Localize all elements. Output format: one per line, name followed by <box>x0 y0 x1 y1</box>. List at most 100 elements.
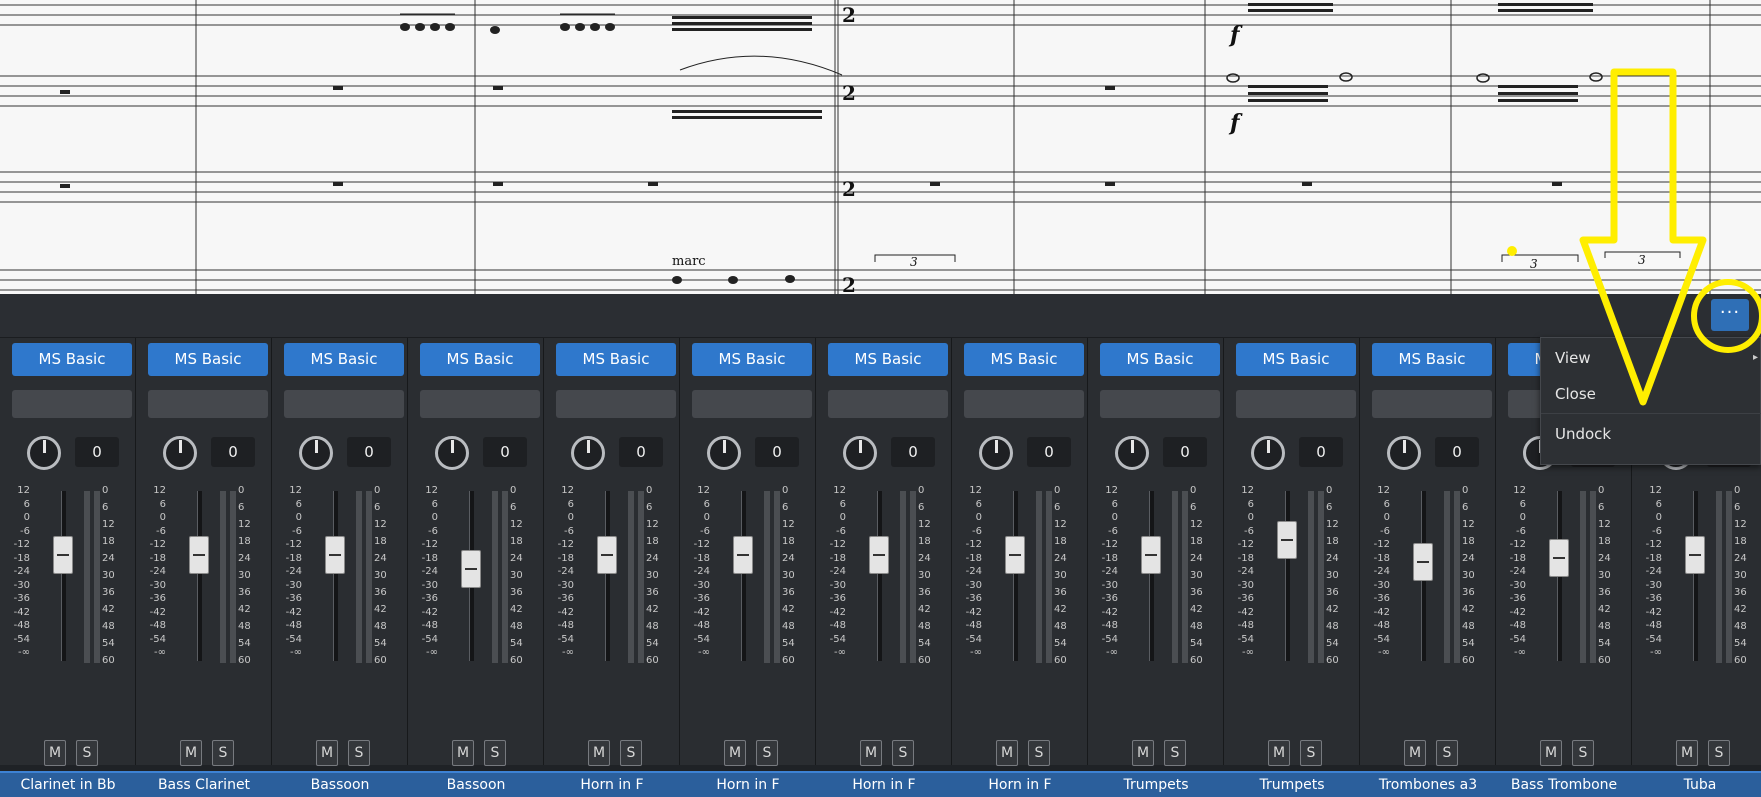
solo-button[interactable]: S <box>212 740 234 766</box>
mute-button[interactable]: M <box>44 740 66 766</box>
pan-value-field[interactable]: 0 <box>347 437 391 467</box>
mute-button[interactable]: M <box>452 740 474 766</box>
volume-fader[interactable] <box>1005 536 1025 574</box>
pan-knob[interactable] <box>843 436 877 470</box>
mute-button[interactable]: M <box>724 740 746 766</box>
effect-slot[interactable] <box>828 390 948 418</box>
mute-button[interactable]: M <box>180 740 202 766</box>
mute-button[interactable]: M <box>588 740 610 766</box>
audio-device-button[interactable]: MS Basic <box>1236 343 1356 376</box>
instrument-name[interactable]: Horn in F <box>952 771 1088 797</box>
instrument-name[interactable]: Horn in F <box>816 771 952 797</box>
effect-slot[interactable] <box>1236 390 1356 418</box>
menu-item-undock[interactable]: Undock <box>1541 416 1761 452</box>
mute-button[interactable]: M <box>1676 740 1698 766</box>
instrument-name[interactable]: Trumpets <box>1224 771 1360 797</box>
pan-knob[interactable] <box>1251 436 1285 470</box>
effect-slot[interactable] <box>12 390 132 418</box>
audio-device-button[interactable]: MS Basic <box>828 343 948 376</box>
instrument-name[interactable]: Tuba <box>1632 771 1761 797</box>
instrument-name[interactable]: Trombones a3 <box>1360 771 1496 797</box>
instrument-name[interactable]: Bassoon <box>408 771 544 797</box>
volume-fader[interactable] <box>189 536 209 574</box>
audio-device-button[interactable]: MS Basic <box>148 343 268 376</box>
audio-device-button[interactable]: MS Basic <box>692 343 812 376</box>
solo-button[interactable]: S <box>1708 740 1730 766</box>
audio-device-button[interactable]: MS Basic <box>284 343 404 376</box>
effect-slot[interactable] <box>1100 390 1220 418</box>
volume-fader[interactable] <box>1141 536 1161 574</box>
more-options-button[interactable]: ··· <box>1711 299 1749 331</box>
score-view[interactable]: f f marc 3 3 3 2 2 2 2 <box>0 0 1761 294</box>
dynamic-forte-1[interactable]: f <box>1228 22 1243 48</box>
solo-button[interactable]: S <box>1164 740 1186 766</box>
solo-button[interactable]: S <box>1028 740 1050 766</box>
solo-button[interactable]: S <box>1572 740 1594 766</box>
mute-button[interactable]: M <box>1268 740 1290 766</box>
pan-value-field[interactable]: 0 <box>891 437 935 467</box>
volume-fader[interactable] <box>53 536 73 574</box>
volume-fader[interactable] <box>461 549 481 588</box>
menu-item-close[interactable]: Close <box>1541 376 1761 412</box>
volume-fader[interactable] <box>733 536 753 574</box>
pan-value-field[interactable]: 0 <box>619 437 663 467</box>
pan-value-field[interactable]: 0 <box>755 437 799 467</box>
effect-slot[interactable] <box>1372 390 1492 418</box>
volume-fader[interactable] <box>1685 536 1705 574</box>
audio-device-button[interactable]: MS Basic <box>556 343 676 376</box>
volume-fader[interactable] <box>597 536 617 574</box>
effect-slot[interactable] <box>964 390 1084 418</box>
mute-button[interactable]: M <box>996 740 1018 766</box>
mute-button[interactable]: M <box>1540 740 1562 766</box>
volume-fader[interactable] <box>1549 539 1569 578</box>
audio-device-button[interactable]: MS Basic <box>12 343 132 376</box>
pan-knob[interactable] <box>571 436 605 470</box>
pan-knob[interactable] <box>299 436 333 470</box>
instrument-name[interactable]: Trumpets <box>1088 771 1224 797</box>
pan-value-field[interactable]: 0 <box>75 437 119 467</box>
pan-knob[interactable] <box>163 436 197 470</box>
solo-button[interactable]: S <box>756 740 778 766</box>
solo-button[interactable]: S <box>484 740 506 766</box>
pan-value-field[interactable]: 0 <box>1027 437 1071 467</box>
pan-value-field[interactable]: 0 <box>483 437 527 467</box>
pan-value-field[interactable]: 0 <box>211 437 255 467</box>
effect-slot[interactable] <box>420 390 540 418</box>
audio-device-button[interactable]: MS Basic <box>1372 343 1492 376</box>
instrument-name[interactable]: Horn in F <box>544 771 680 797</box>
volume-fader[interactable] <box>325 536 345 574</box>
marc-annotation[interactable]: marc <box>672 254 706 269</box>
instrument-name[interactable]: Bass Clarinet <box>136 771 272 797</box>
mute-button[interactable]: M <box>860 740 882 766</box>
solo-button[interactable]: S <box>348 740 370 766</box>
pan-knob[interactable] <box>707 436 741 470</box>
solo-button[interactable]: S <box>620 740 642 766</box>
dynamic-forte-2[interactable]: f <box>1228 110 1243 136</box>
menu-item-view[interactable]: View ▸ <box>1541 340 1761 376</box>
solo-button[interactable]: S <box>1436 740 1458 766</box>
mute-button[interactable]: M <box>316 740 338 766</box>
audio-device-button[interactable]: MS Basic <box>964 343 1084 376</box>
pan-value-field[interactable]: 0 <box>1435 437 1479 467</box>
instrument-name[interactable]: Bassoon <box>272 771 408 797</box>
solo-button[interactable]: S <box>1300 740 1322 766</box>
effect-slot[interactable] <box>148 390 268 418</box>
pan-knob[interactable] <box>27 436 61 470</box>
pan-value-field[interactable]: 0 <box>1163 437 1207 467</box>
instrument-name[interactable]: Clarinet in Bb <box>0 771 136 797</box>
solo-button[interactable]: S <box>76 740 98 766</box>
pan-knob[interactable] <box>979 436 1013 470</box>
volume-fader[interactable] <box>869 536 889 574</box>
effect-slot[interactable] <box>284 390 404 418</box>
pan-knob[interactable] <box>1115 436 1149 470</box>
effect-slot[interactable] <box>692 390 812 418</box>
volume-fader[interactable] <box>1413 542 1433 581</box>
instrument-name[interactable]: Horn in F <box>680 771 816 797</box>
mute-button[interactable]: M <box>1404 740 1426 766</box>
volume-fader[interactable] <box>1277 521 1297 559</box>
pan-value-field[interactable]: 0 <box>1299 437 1343 467</box>
effect-slot[interactable] <box>556 390 676 418</box>
mute-button[interactable]: M <box>1132 740 1154 766</box>
solo-button[interactable]: S <box>892 740 914 766</box>
audio-device-button[interactable]: MS Basic <box>1100 343 1220 376</box>
